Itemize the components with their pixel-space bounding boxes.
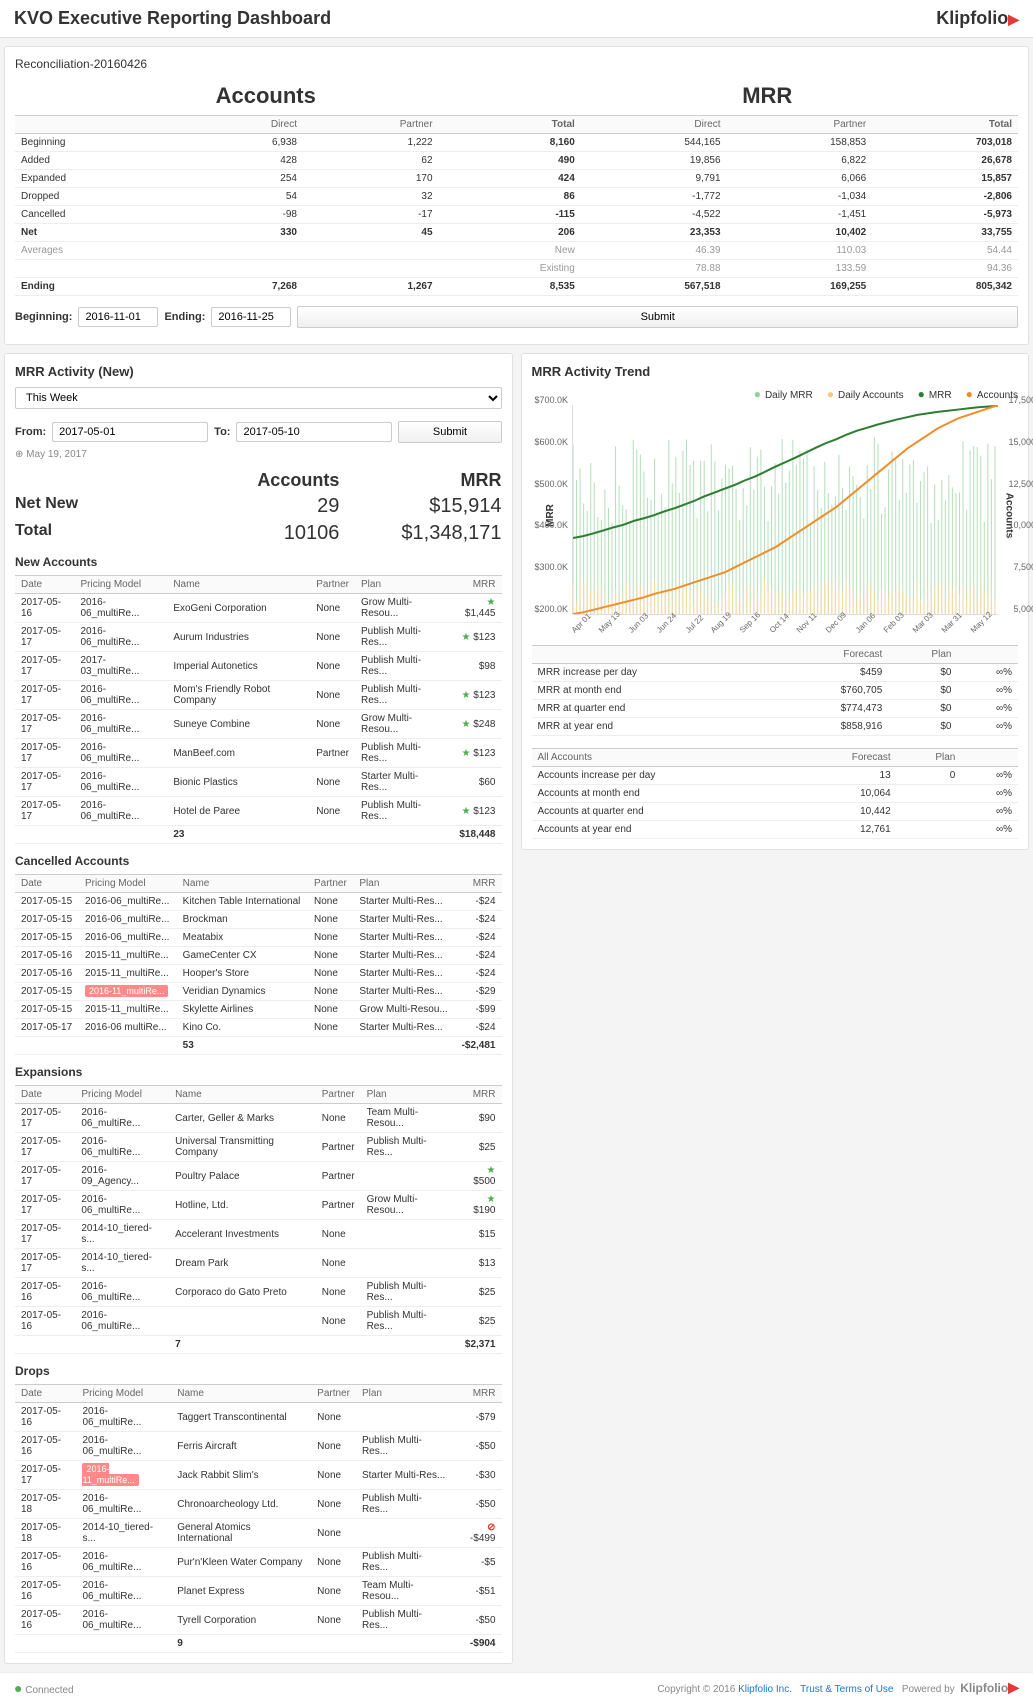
beginning-label: Beginning: [15,311,72,323]
from-label: From: [15,426,46,438]
table-row[interactable]: 2017-05-172016-06_multiRe...ManBeef.comP… [15,739,502,768]
copyright-text: Copyright © 2016 [657,1684,735,1695]
table-row[interactable]: 2017-05-172014-10_tiered-s...Dream ParkN… [15,1249,502,1278]
netnew-mrr: $15,914 [339,495,501,518]
table-row[interactable]: 2017-05-172016-06_multiRe...Suneye Combi… [15,710,502,739]
asof-date: May 19, 2017 [26,449,87,460]
reconciliation-panel: Reconciliation-20160426 Accounts MRR Dir… [4,46,1029,345]
netnew-label: Net New [15,495,177,518]
table-row[interactable]: 2017-05-172016-11_multiRe...Jack Rabbit … [15,1461,502,1490]
table-row[interactable]: 2017-05-162016-06_multiRe...Taggert Tran… [15,1403,502,1432]
app-footer: ● Connected Copyright © 2016 Klipfolio I… [0,1672,1033,1702]
total-label: Total [15,522,177,545]
table-row[interactable]: 2017-05-182016-06_multiRe...Chronoarcheo… [15,1490,502,1519]
y-axis-right-label: Accounts [1004,492,1015,538]
accounts-heading: Accounts [15,77,517,115]
table-row[interactable]: 2017-05-162016-06_multiRe...Ferris Aircr… [15,1432,502,1461]
app-header: KVO Executive Reporting Dashboard Klipfo… [0,0,1033,38]
table-row[interactable]: 2017-05-172016-06 multiRe...Kino Co.None… [15,1019,502,1037]
total-accounts: 10106 [177,522,339,545]
brand-logo: Klipfolio▶ [936,8,1019,29]
table-row[interactable]: 2017-05-162016-06_multiRe...Corporaco do… [15,1278,502,1307]
activity-range-select[interactable]: This Week [15,387,502,409]
beginning-input[interactable] [78,307,158,327]
table-row[interactable]: 2017-05-162016-06_multiRe...Planet Expre… [15,1577,502,1606]
summary-mrr-header: MRR [339,470,501,491]
mrr-heading: MRR [517,77,1019,115]
cancelled-accounts-table: DatePricing ModelNamePartnerPlanMRR2017-… [15,874,502,1055]
expansions-title: Expansions [15,1065,502,1079]
table-row[interactable]: 2017-05-162016-06_multiRe...NonePublish … [15,1307,502,1336]
drops-title: Drops [15,1364,502,1378]
ending-input[interactable] [211,307,291,327]
table-row[interactable]: 2017-05-172016-06_multiRe...Universal Tr… [15,1133,502,1162]
accounts-forecast-table: All AccountsForecastPlanAccounts increas… [532,748,1019,839]
table-row[interactable]: 2017-05-172016-06_multiRe...Bionic Plast… [15,768,502,797]
ending-label: Ending: [164,311,205,323]
to-label: To: [214,426,230,438]
table-row[interactable]: 2017-05-172016-06_multiRe...Hotline, Ltd… [15,1191,502,1220]
recon-submit-button[interactable]: Submit [297,306,1018,328]
activity-submit-button[interactable]: Submit [398,421,501,443]
mrr-trend-panel: MRR Activity Trend Daily MRR Daily Accou… [521,353,1030,850]
trend-title: MRR Activity Trend [532,364,1019,379]
table-row[interactable]: 2017-05-172016-06_multiRe...Carter, Gell… [15,1104,502,1133]
status-text: Connected [25,1685,73,1696]
table-row[interactable]: 2017-05-172014-10_tiered-s...Accelerant … [15,1220,502,1249]
forecast-table: ForecastPlanMRR increase per day$459$0∞%… [532,645,1019,736]
total-mrr: $1,348,171 [339,522,501,545]
company-link[interactable]: Klipfolio Inc. [738,1684,792,1695]
new-accounts-table: DatePricing ModelNamePartnerPlanMRR2017-… [15,575,502,844]
table-row[interactable]: 2017-05-152016-06_multiRe...MeatabixNone… [15,929,502,947]
table-row[interactable]: 2017-05-172017-03_multiRe...Imperial Aut… [15,652,502,681]
recon-subtitle: Reconciliation-20160426 [15,57,1018,71]
cancelled-accounts-title: Cancelled Accounts [15,854,502,868]
reconciliation-table: DirectPartnerTotalDirectPartnerTotal Beg… [15,115,1018,296]
mrr-activity-panel: MRR Activity (New) This Week From: To: S… [4,353,513,1664]
legend-daily-mrr: Daily MRR [754,387,813,401]
table-row[interactable]: 2017-05-162015-11_multiRe...GameCenter C… [15,947,502,965]
table-row[interactable]: 2017-05-162016-06_multiRe...Tyrell Corpo… [15,1606,502,1635]
legend-mrr: MRR [918,387,952,401]
table-row[interactable]: 2017-05-152016-06_multiRe...Kitchen Tabl… [15,893,502,911]
powered-by-text: Powered by [902,1684,955,1695]
activity-title: MRR Activity (New) [15,364,502,379]
status-dot-icon: ● [14,1680,22,1696]
summary-accounts-header: Accounts [177,470,339,491]
table-row[interactable]: 2017-05-162016-06_multiRe...Pur'n'Kleen … [15,1548,502,1577]
table-row[interactable]: 2017-05-172016-06_multiRe...Mom's Friend… [15,681,502,710]
drops-table: DatePricing ModelNamePartnerPlanMRR2017-… [15,1384,502,1653]
chart-legend: Daily MRR Daily Accounts MRR Accounts [532,387,1019,401]
table-row[interactable]: 2017-05-172016-06_multiRe...Aurum Indust… [15,623,502,652]
expansions-table: DatePricing ModelNamePartnerPlanMRR2017-… [15,1085,502,1354]
to-input[interactable] [236,422,392,442]
table-row[interactable]: 2017-05-172016-06_multiRe...Hotel de Par… [15,797,502,826]
table-row[interactable]: 2017-05-152016-11_multiRe...Veridian Dyn… [15,983,502,1001]
table-row[interactable]: 2017-05-162016-06_multiRe...ExoGeni Corp… [15,594,502,623]
table-row[interactable]: 2017-05-182014-10_tiered-s...General Ato… [15,1519,502,1548]
legend-daily-accounts: Daily Accounts [827,387,904,401]
table-row[interactable]: 2017-05-152015-11_multiRe...Skylette Air… [15,1001,502,1019]
trend-chart: MRR Accounts $200.0K$300.0K$400.0K$500.0… [572,405,999,615]
footer-logo: Klipfolio▶ [960,1681,1019,1695]
table-row[interactable]: 2017-05-152016-06_multiRe...BrockmanNone… [15,911,502,929]
from-input[interactable] [52,422,208,442]
table-row[interactable]: 2017-05-172016-09_Agency...Poultry Palac… [15,1162,502,1191]
page-title: KVO Executive Reporting Dashboard [14,8,331,29]
terms-link[interactable]: Trust & Terms of Use [800,1684,893,1695]
table-row[interactable]: 2017-05-162015-11_multiRe...Hooper's Sto… [15,965,502,983]
clock-icon: ⊕ [15,449,23,460]
new-accounts-title: New Accounts [15,555,502,569]
netnew-accounts: 29 [177,495,339,518]
